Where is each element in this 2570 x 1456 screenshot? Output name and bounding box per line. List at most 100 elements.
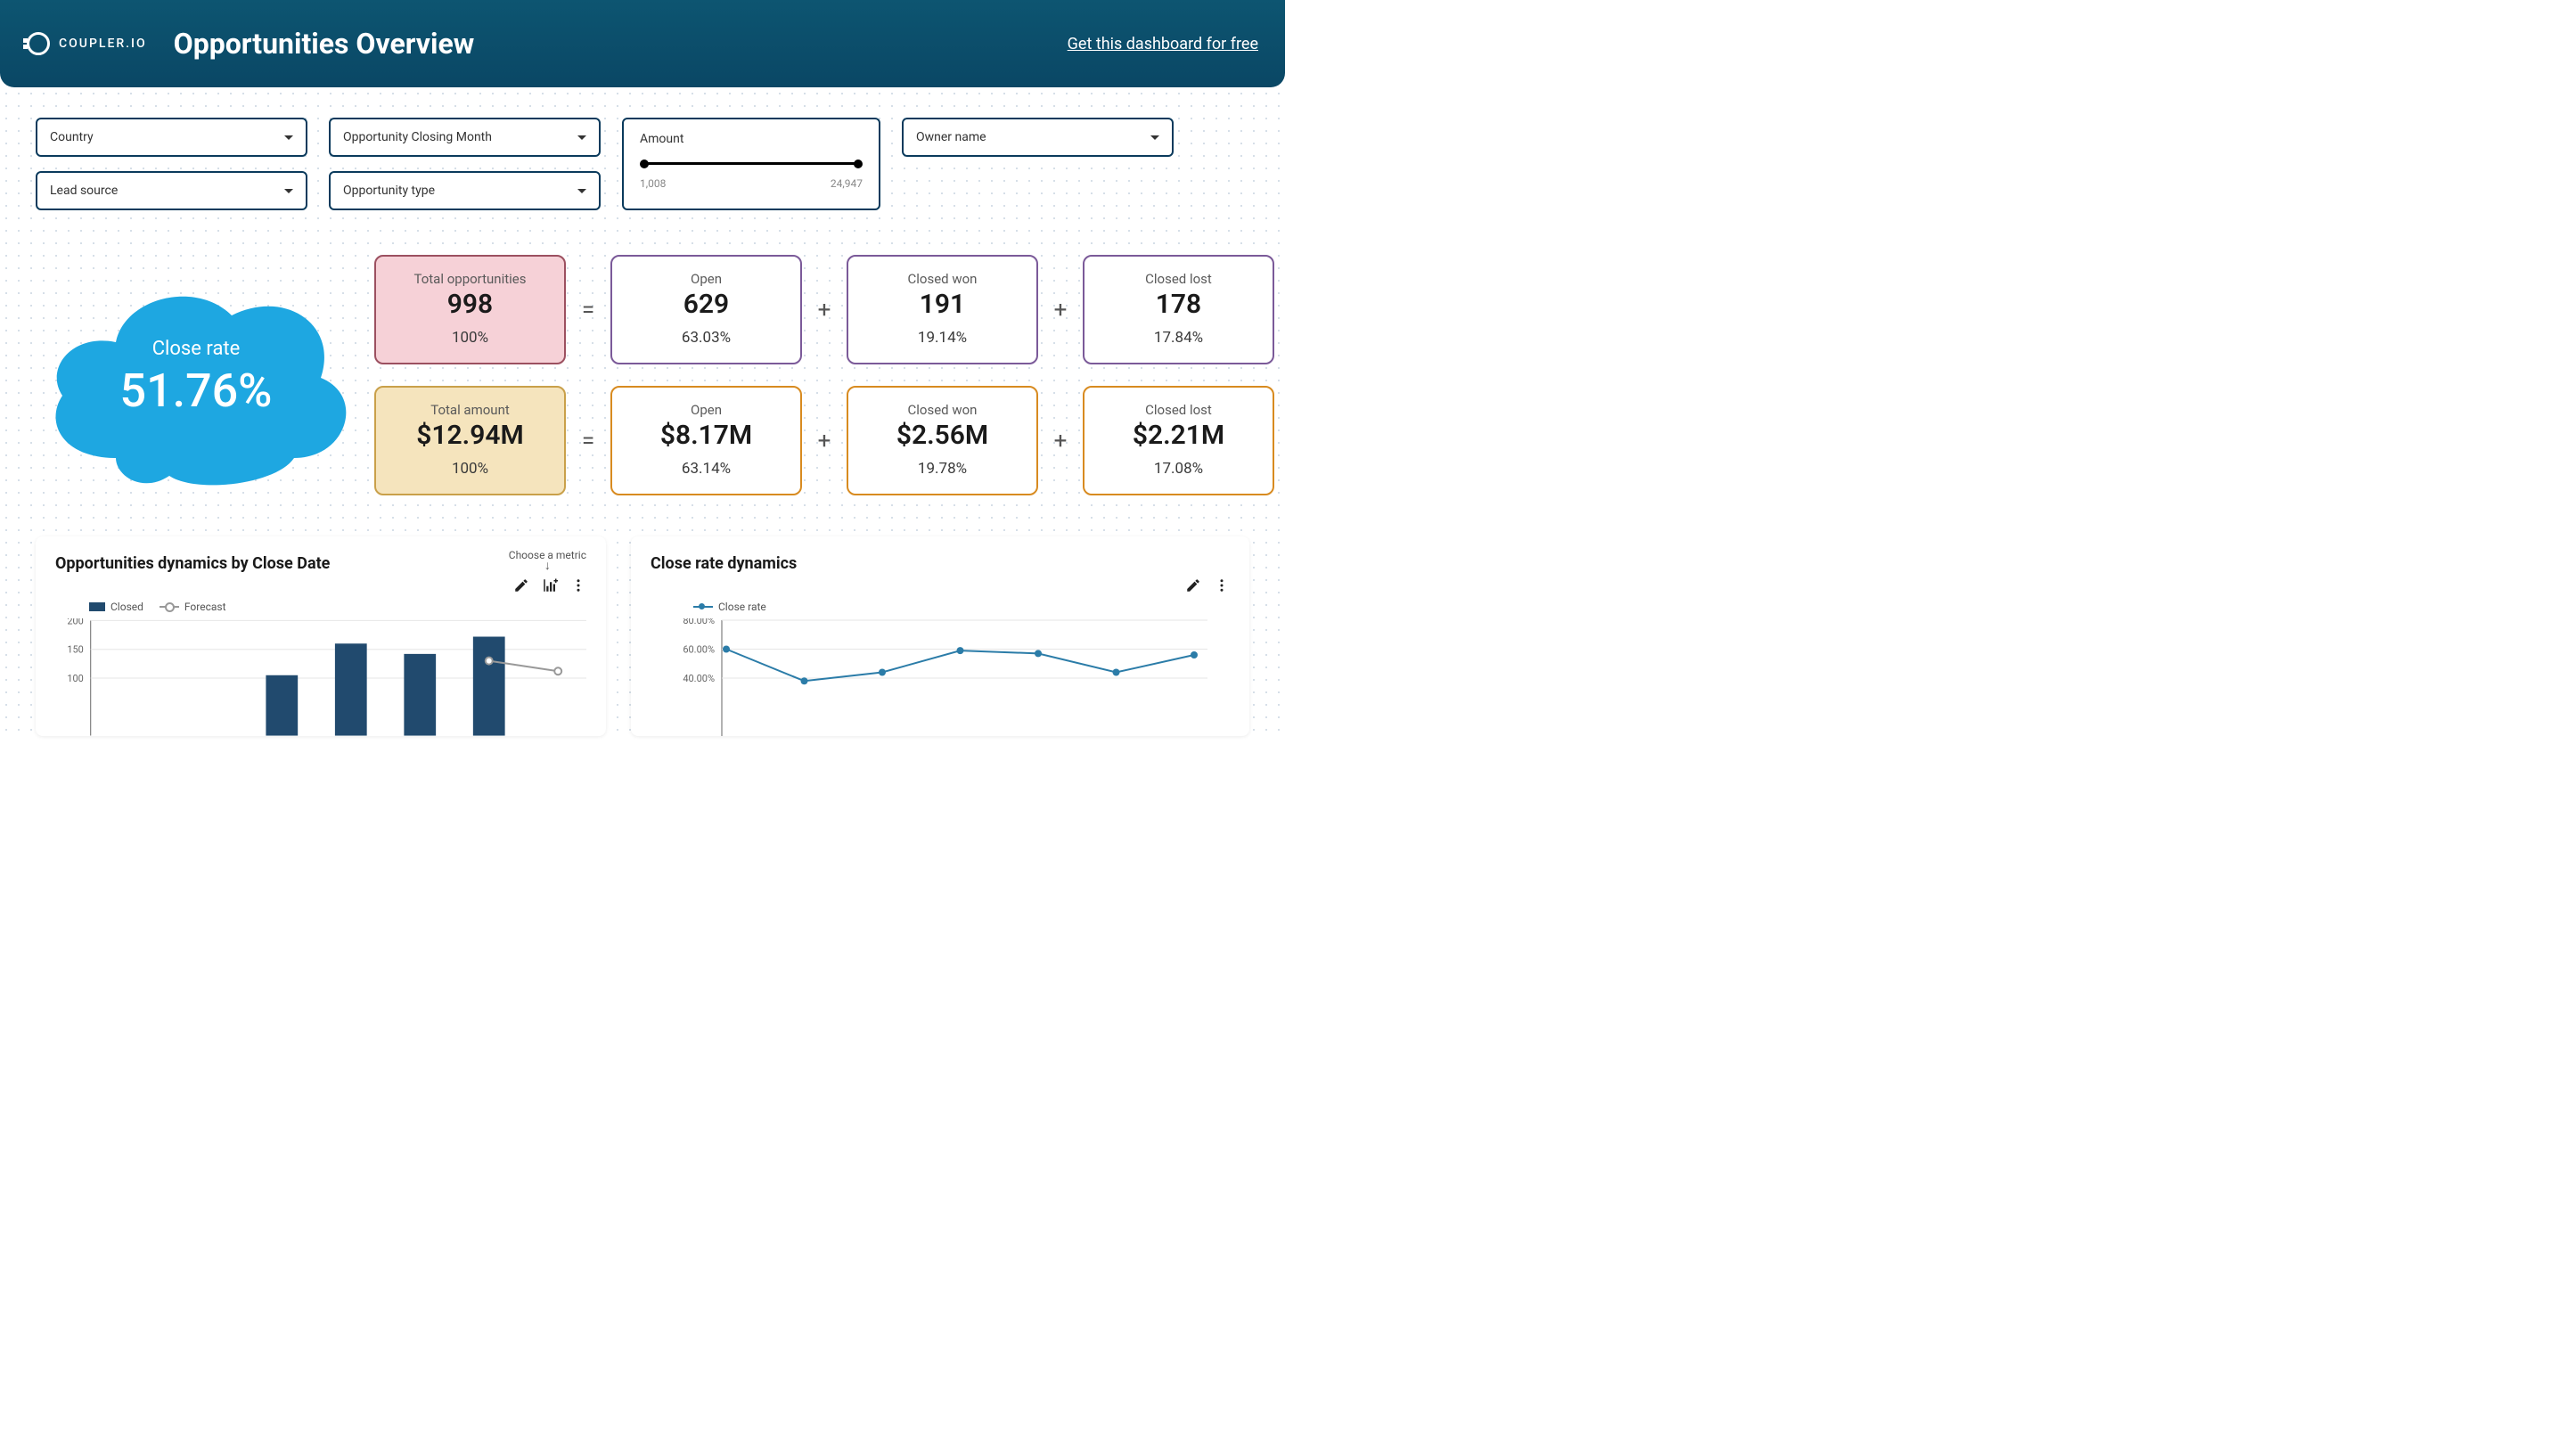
brand-logo: COUPLER.IO (27, 32, 147, 55)
legend-forecast: Forecast (160, 601, 226, 613)
brand-text: COUPLER.IO (59, 37, 147, 51)
amount-min: 1,008 (640, 177, 666, 190)
arrow-down-icon: ↓ (509, 561, 586, 571)
plus-sign: + (814, 297, 834, 323)
cards-grid: Total opportunities 998 100% = Open 629 … (374, 255, 1274, 495)
add-chart-icon[interactable] (542, 577, 558, 593)
card-label: Closed won (859, 271, 1026, 287)
card-value: 191 (859, 289, 1026, 320)
choose-metric-hint: Choose a metric ↓ (509, 549, 586, 571)
plus-sign: + (1051, 297, 1070, 323)
filter-owner-name-label: Owner name (916, 130, 986, 144)
header: COUPLER.IO Opportunities Overview Get th… (0, 0, 1285, 87)
filter-country-label: Country (50, 130, 94, 144)
chart-opportunities-dynamics: Choose a metric ↓ Opportunities dynamics… (36, 536, 606, 736)
filter-opportunity-type-label: Opportunity type (343, 184, 435, 198)
card-sub: 19.14% (859, 329, 1026, 347)
equals-sign: = (578, 428, 598, 454)
card-label: Closed lost (1095, 271, 1262, 287)
card-value: $2.21M (1095, 420, 1262, 451)
card-total-opportunities: Total opportunities 998 100% (374, 255, 566, 364)
svg-text:150: 150 (67, 644, 83, 656)
coupler-logo-icon (27, 32, 50, 55)
card-label: Total amount (387, 402, 553, 418)
edit-icon[interactable] (1185, 577, 1201, 593)
card-sub: 17.84% (1095, 329, 1262, 347)
legend-close-rate: Close rate (693, 601, 766, 613)
page-title: Opportunities Overview (174, 27, 475, 61)
card-label: Total opportunities (387, 271, 553, 287)
plus-sign: + (1051, 428, 1070, 454)
filter-lead-source[interactable]: Lead source (36, 171, 307, 210)
svg-text:80.00%: 80.00% (683, 618, 715, 626)
chart-legend: Closed Forecast (89, 601, 586, 613)
chevron-down-icon (577, 135, 586, 140)
card-label: Closed won (859, 402, 1026, 418)
filter-opportunity-type[interactable]: Opportunity type (329, 171, 601, 210)
get-dashboard-link[interactable]: Get this dashboard for free (1068, 35, 1258, 53)
bar-chart-svg: 200 150 100 (55, 618, 586, 736)
svg-text:60.00%: 60.00% (683, 644, 715, 656)
card-closed-lost-amount: Closed lost $2.21M 17.08% (1083, 386, 1274, 495)
card-sub: 63.14% (623, 460, 790, 478)
card-value: 998 (387, 289, 553, 320)
legend-closed: Closed (89, 601, 143, 613)
filter-closing-month[interactable]: Opportunity Closing Month (329, 118, 601, 157)
svg-text:200: 200 (67, 618, 83, 626)
charts-row: Choose a metric ↓ Opportunities dynamics… (36, 536, 1249, 736)
card-sub: 17.08% (1095, 460, 1262, 478)
filter-amount-label: Amount (640, 132, 863, 146)
cards-row-amounts: Total amount $12.94M 100% = Open $8.17M … (374, 386, 1274, 495)
chart-legend: Close rate (693, 601, 1230, 613)
card-value: $8.17M (623, 420, 790, 451)
chart-tools (1185, 577, 1230, 593)
card-value: $2.56M (859, 420, 1026, 451)
card-sub: 63.03% (623, 329, 790, 347)
filters-bar: Country Lead source Opportunity Closing … (36, 118, 1249, 210)
plus-sign: + (814, 428, 834, 454)
close-rate-cloud: Close rate 51.76% (36, 262, 356, 494)
card-label: Open (623, 402, 790, 418)
line-chart-svg: 80.00% 60.00% 40.00% (651, 618, 1230, 736)
amount-slider-track[interactable] (643, 162, 859, 165)
filter-closing-month-label: Opportunity Closing Month (343, 130, 492, 144)
more-icon[interactable] (570, 577, 586, 593)
card-sub: 100% (387, 460, 553, 478)
chart-title: Close rate dynamics (651, 554, 797, 573)
svg-text:100: 100 (67, 673, 83, 684)
filter-lead-source-label: Lead source (50, 184, 118, 198)
card-label: Open (623, 271, 790, 287)
more-icon[interactable] (1214, 577, 1230, 593)
chevron-down-icon (1150, 135, 1159, 140)
edit-icon[interactable] (513, 577, 529, 593)
close-rate-value: 51.76% (120, 364, 273, 418)
chart-title: Opportunities dynamics by Close Date (55, 554, 330, 573)
card-open-count: Open 629 63.03% (610, 255, 802, 364)
chart-tools (513, 577, 586, 593)
filter-owner-name[interactable]: Owner name (902, 118, 1174, 157)
chevron-down-icon (284, 135, 293, 140)
card-open-amount: Open $8.17M 63.14% (610, 386, 802, 495)
close-rate-label: Close rate (152, 338, 241, 360)
card-total-amount: Total amount $12.94M 100% (374, 386, 566, 495)
amount-max: 24,947 (831, 177, 863, 190)
filter-country[interactable]: Country (36, 118, 307, 157)
chevron-down-icon (577, 189, 586, 193)
cards-row-counts: Total opportunities 998 100% = Open 629 … (374, 255, 1274, 364)
card-closed-won-amount: Closed won $2.56M 19.78% (847, 386, 1038, 495)
chart-close-rate-dynamics: Close rate dynamics Close rate 80.00% 60.… (631, 536, 1249, 736)
chevron-down-icon (284, 189, 293, 193)
card-closed-won-count: Closed won 191 19.14% (847, 255, 1038, 364)
content: Country Lead source Opportunity Closing … (0, 87, 1285, 736)
filter-amount[interactable]: Amount 1,008 24,947 (622, 118, 880, 210)
card-value: 629 (623, 289, 790, 320)
card-sub: 19.78% (859, 460, 1026, 478)
svg-text:40.00%: 40.00% (683, 673, 715, 684)
card-sub: 100% (387, 329, 553, 347)
card-label: Closed lost (1095, 402, 1262, 418)
card-value: $12.94M (387, 420, 553, 451)
metrics-row: Close rate 51.76% Total opportunities 99… (36, 255, 1249, 495)
card-closed-lost-count: Closed lost 178 17.84% (1083, 255, 1274, 364)
equals-sign: = (578, 297, 598, 323)
card-value: 178 (1095, 289, 1262, 320)
